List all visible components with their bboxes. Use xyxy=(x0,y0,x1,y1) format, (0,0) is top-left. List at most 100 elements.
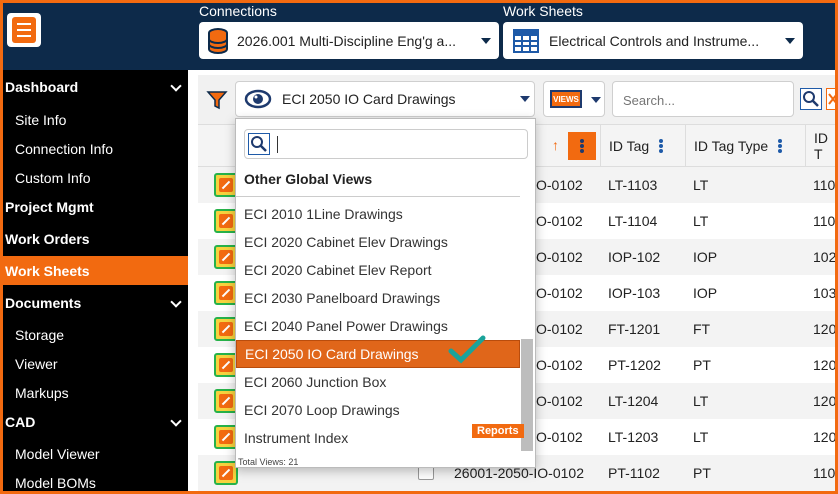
cell-id-tag: LT-1104 xyxy=(608,213,658,229)
database-icon xyxy=(208,27,228,54)
cell-id-tag-type: LT xyxy=(693,177,709,193)
cell-id-tag: LT-1103 xyxy=(608,177,658,193)
sidebar-item-connection-info[interactable]: Connection Info xyxy=(3,134,188,163)
cell-drawing: O-0102 xyxy=(536,249,583,265)
sidebar-item-site-info[interactable]: Site Info xyxy=(3,105,188,134)
clear-button[interactable] xyxy=(826,88,835,110)
cell-id-tag: IOP-102 xyxy=(608,249,661,265)
sidebar-item-cad[interactable]: CAD xyxy=(3,407,188,436)
cell-drawing: O-0102 xyxy=(536,393,583,409)
connection-select[interactable]: 2026.001 Multi-Discipline Eng'g a... xyxy=(199,22,499,59)
eye-icon xyxy=(244,89,272,109)
menu-icon xyxy=(12,17,36,43)
cell-drawing: O-0102 xyxy=(536,357,583,373)
chevron-down-icon xyxy=(520,96,530,102)
cell-id-tag: PT-1102 xyxy=(608,465,660,481)
app-frame: Connections 2026.001 Multi-Discipline En… xyxy=(3,3,835,491)
sidebar: Dashboard Site Info Connection Info Cust… xyxy=(3,70,188,491)
cell-id-tag-type: IOP xyxy=(693,249,718,265)
column-header-id-tag-type[interactable]: ID Tag Type xyxy=(685,125,805,167)
cell-id-tag-type: LT xyxy=(693,213,709,229)
close-icon xyxy=(828,93,835,105)
chevron-down-icon xyxy=(785,37,795,44)
cell-id-tag: PT-1202 xyxy=(608,357,661,373)
dropdown-item[interactable]: ECI 2030 Panelboard Drawings xyxy=(236,284,520,312)
cell-drawing: O-0102 xyxy=(536,429,583,445)
cell-id-tag-type: LT xyxy=(693,393,709,409)
cell-id-t: 120 xyxy=(813,357,835,373)
menu-button[interactable] xyxy=(7,13,41,47)
dropdown-item[interactable]: ECI 2020 Cabinet Elev Report xyxy=(236,256,520,284)
sidebar-item-custom-info[interactable]: Custom Info xyxy=(3,163,188,192)
text-cursor xyxy=(277,136,278,153)
sidebar-item-markups[interactable]: Markups xyxy=(3,378,188,407)
cell-drawing: O-0102 xyxy=(536,213,583,229)
connections-label: Connections xyxy=(199,3,277,19)
cell-id-tag-type: LT xyxy=(693,429,709,445)
cell-id-tag-type: PT xyxy=(693,465,711,481)
cell-id-tag: FT-1201 xyxy=(608,321,661,337)
divider xyxy=(236,196,520,197)
cell-id-t: 110 xyxy=(813,213,835,229)
kebab-icon[interactable] xyxy=(778,139,783,153)
dropdown-search[interactable] xyxy=(244,129,528,159)
view-select[interactable]: ECI 2050 IO Card Drawings xyxy=(235,81,535,117)
spreadsheet-icon xyxy=(513,28,539,53)
sidebar-item-work-orders[interactable]: Work Orders xyxy=(3,224,188,253)
sort-ascending-icon[interactable]: ↑ xyxy=(552,137,559,153)
search-icon xyxy=(248,133,270,155)
chevron-down-icon xyxy=(170,415,182,427)
cell-id-t: 120 xyxy=(813,429,835,445)
column-menu-button[interactable] xyxy=(568,132,596,160)
views-button[interactable]: VIEWS xyxy=(543,81,605,117)
dropdown-item[interactable]: ECI 2020 Cabinet Elev Drawings xyxy=(236,228,520,256)
cell-id-t: 120 xyxy=(813,321,835,337)
cell-id-tag: IOP-103 xyxy=(608,285,661,301)
dropdown-item[interactable]: ECI 2010 1Line Drawings xyxy=(236,200,520,228)
cell-id-tag-type: FT xyxy=(693,321,711,337)
sidebar-item-dashboard[interactable]: Dashboard xyxy=(3,72,188,101)
views-dropdown: Other Global Views ECI 2010 1Line Drawin… xyxy=(235,118,536,468)
sidebar-item-model-viewer[interactable]: Model Viewer xyxy=(3,439,188,468)
sidebar-item-documents[interactable]: Documents xyxy=(3,288,188,317)
cell-drawing: O-0102 xyxy=(536,321,583,337)
sidebar-item-viewer[interactable]: Viewer xyxy=(3,349,188,378)
search-icon xyxy=(803,91,819,107)
top-header: Connections 2026.001 Multi-Discipline En… xyxy=(3,3,835,70)
kebab-icon xyxy=(580,139,584,153)
cell-id-t: 103 xyxy=(813,285,835,301)
view-value: ECI 2050 IO Card Drawings xyxy=(282,91,456,107)
sidebar-item-model-boms[interactable]: Model BOMs xyxy=(3,468,188,491)
chevron-down-icon xyxy=(591,97,601,103)
column-header-id-tag[interactable]: ID Tag xyxy=(600,125,685,167)
chevron-down-icon xyxy=(170,80,182,92)
filter-icon xyxy=(206,91,228,110)
sidebar-item-project-mgmt[interactable]: Project Mgmt xyxy=(3,192,188,221)
search-field[interactable] xyxy=(612,81,794,117)
dropdown-item[interactable]: ECI 2050 IO Card Drawings xyxy=(236,335,520,368)
search-button[interactable] xyxy=(800,88,822,110)
sidebar-item-work-sheets[interactable]: Work Sheets xyxy=(3,256,188,285)
cell-id-t: 102 xyxy=(813,249,835,265)
kebab-icon[interactable] xyxy=(659,139,664,153)
filter-button[interactable] xyxy=(206,89,228,116)
chevron-down-icon xyxy=(170,296,182,308)
column-header-id-t[interactable]: ID T xyxy=(805,125,835,167)
cell-id-tag: LT-1204 xyxy=(608,393,659,409)
chevron-down-icon xyxy=(481,37,491,44)
search-input[interactable] xyxy=(623,90,783,110)
worksheet-select[interactable]: Electrical Controls and Instrume... xyxy=(503,22,803,59)
views-badge: VIEWS xyxy=(550,90,582,108)
cell-drawing: O-0102 xyxy=(536,177,583,193)
cell-id-t: 110 xyxy=(813,177,835,193)
cell-id-t: 110 xyxy=(813,465,835,481)
dropdown-item[interactable]: ECI 2060 Junction Box xyxy=(236,368,520,396)
dropdown-section-title: Other Global Views xyxy=(244,171,373,187)
connection-value: 2026.001 Multi-Discipline Eng'g a... xyxy=(237,32,457,49)
total-views-label: Total Views: 21 xyxy=(238,457,299,467)
dropdown-item[interactable]: ECI 2070 Loop Drawings xyxy=(236,396,520,424)
worksheet-value: Electrical Controls and Instrume... xyxy=(549,32,760,49)
cell-id-tag-type: PT xyxy=(693,357,711,373)
sidebar-item-storage[interactable]: Storage xyxy=(3,320,188,349)
reports-badge: Reports xyxy=(472,424,524,438)
